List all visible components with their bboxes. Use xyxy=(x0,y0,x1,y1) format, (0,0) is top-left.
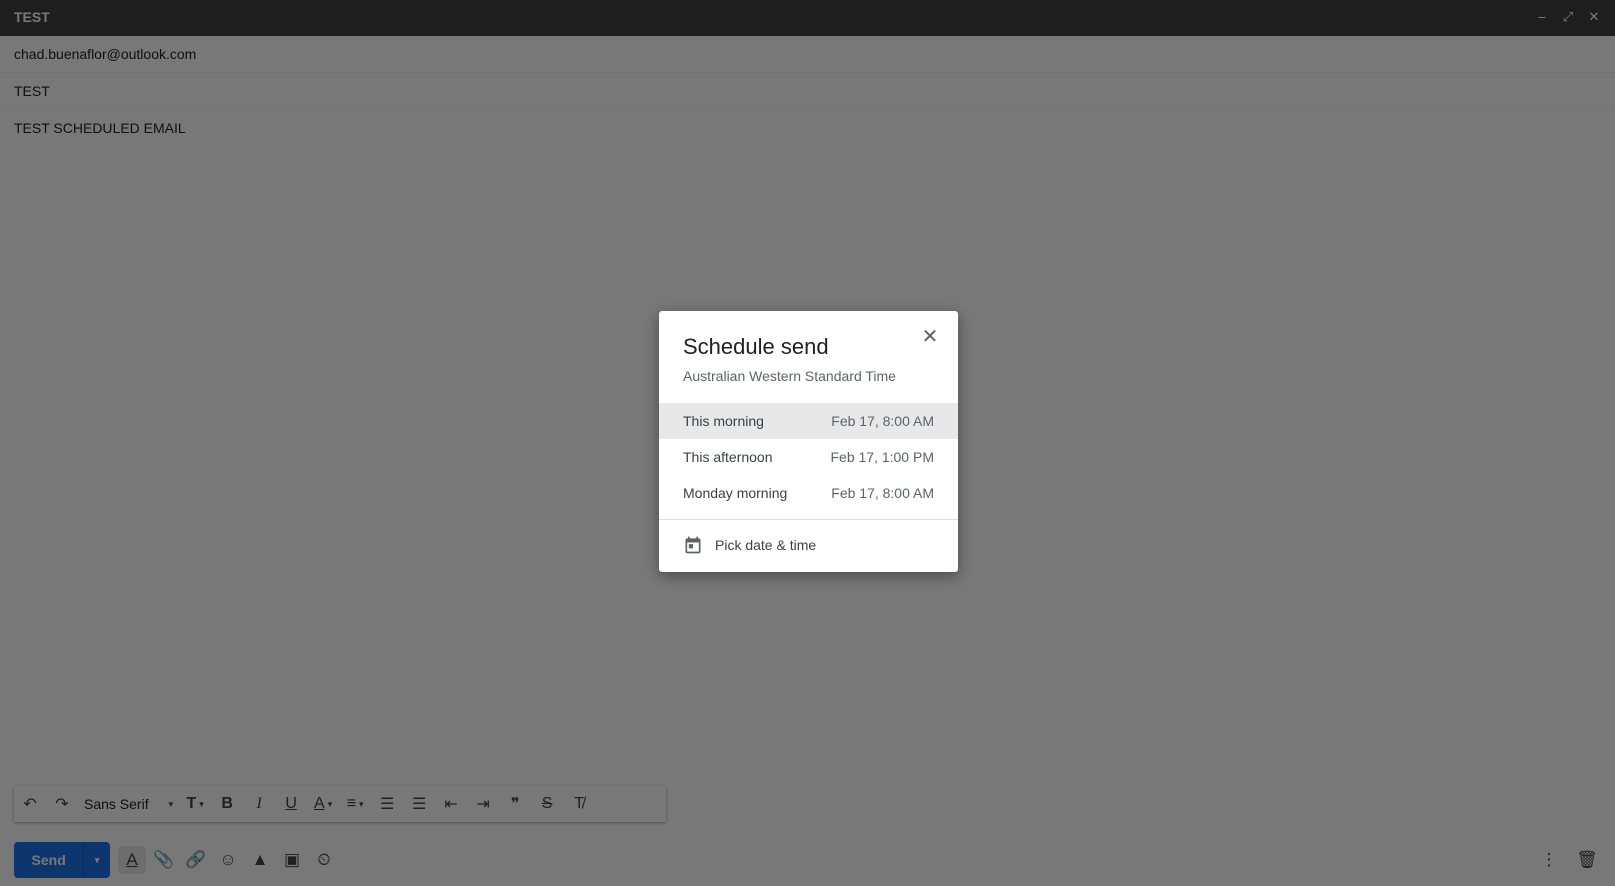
dialog-title: Schedule send xyxy=(683,334,829,359)
option-time: Feb 17, 8:00 AM xyxy=(831,485,934,501)
option-label: This afternoon xyxy=(683,449,773,465)
schedule-option-this-morning[interactable]: This morning Feb 17, 8:00 AM xyxy=(659,403,958,439)
close-icon[interactable]: ✕ xyxy=(918,325,942,349)
option-label: Monday morning xyxy=(683,485,788,501)
dialog-divider xyxy=(659,519,958,520)
schedule-option-this-afternoon[interactable]: This afternoon Feb 17, 1:00 PM xyxy=(659,439,958,475)
pick-date-time-label: Pick date & time xyxy=(715,537,817,553)
option-time: Feb 17, 8:00 AM xyxy=(831,413,934,429)
pick-date-time-button[interactable]: Pick date & time xyxy=(659,525,958,565)
calendar-icon xyxy=(685,536,701,554)
option-time: Feb 17, 1:00 PM xyxy=(830,449,934,465)
schedule-option-monday-morning[interactable]: Monday morning Feb 17, 8:00 AM xyxy=(659,475,958,511)
timezone-label: Australian Western Standard Time xyxy=(683,368,896,384)
option-label: This morning xyxy=(683,413,764,429)
schedule-send-dialog: Schedule send ✕ Australian Western Stand… xyxy=(659,311,958,572)
